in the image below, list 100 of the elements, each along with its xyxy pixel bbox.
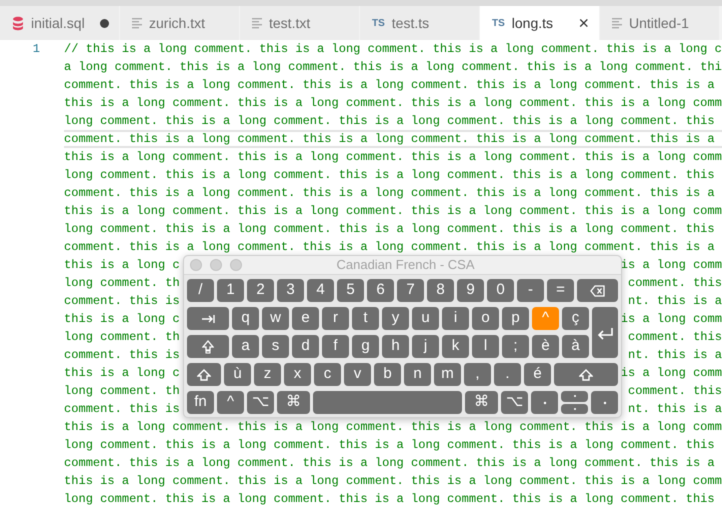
key[interactable]: d xyxy=(292,335,319,358)
key[interactable]: à xyxy=(562,335,589,358)
code-comment: long comment. th xyxy=(64,275,180,292)
key[interactable]: u xyxy=(412,307,439,330)
code-comment: is a long comm xyxy=(620,257,722,274)
key[interactable] xyxy=(561,391,588,402)
code-comment: this is a long comment. this is a long comment. this is a long comment. this is a long comm xyxy=(64,95,722,112)
key[interactable]: ⌥ xyxy=(501,391,528,414)
key[interactable]: z xyxy=(254,363,281,386)
key[interactable]: 5 xyxy=(337,279,364,302)
key[interactable] xyxy=(187,307,229,330)
key[interactable]: c xyxy=(314,363,341,386)
key[interactable]: 6 xyxy=(367,279,394,302)
key[interactable]: t xyxy=(352,307,379,330)
window-control-dot[interactable] xyxy=(190,259,202,271)
key[interactable]: . xyxy=(494,363,521,386)
key[interactable]: 1 xyxy=(217,279,244,302)
return-icon xyxy=(596,326,614,340)
key[interactable]: ⌘ xyxy=(465,391,498,414)
key[interactable]: ù xyxy=(224,363,251,386)
code-comment: nt. this is a xyxy=(628,293,722,310)
key[interactable]: y xyxy=(382,307,409,330)
key[interactable]: m xyxy=(434,363,461,386)
key[interactable]: ; xyxy=(502,335,529,358)
key[interactable] xyxy=(592,307,618,358)
key[interactable]: n xyxy=(404,363,431,386)
shift-icon xyxy=(197,368,211,380)
key[interactable]: - xyxy=(517,279,544,302)
code-comment: comment. this is a long comment. this is a long comment. this is a long comment. this is a xyxy=(64,77,715,94)
key[interactable]: o xyxy=(472,307,499,330)
key[interactable]: , xyxy=(464,363,491,386)
editor-tab[interactable]: Untitled-1 xyxy=(600,6,720,40)
key[interactable]: g xyxy=(352,335,379,358)
code-comment: comment. this is a long comment. this is a long comment. this is a long comment. this is a xyxy=(64,239,715,256)
code-comment: nt. this is a xyxy=(628,347,722,364)
key[interactable]: k xyxy=(442,335,469,358)
key[interactable]: x xyxy=(284,363,311,386)
code-comment: this is a long comment. this is a long comment. this is a long comment. this is a long comm xyxy=(64,419,722,436)
tab-icon xyxy=(201,312,215,324)
key[interactable]: f xyxy=(322,335,349,358)
key[interactable]: 8 xyxy=(427,279,454,302)
code-comment: // this is a long comment. this is a long comment. this is a long comment. this is a long c xyxy=(64,41,722,58)
key[interactable]: = xyxy=(547,279,574,302)
key[interactable]: ⌥ xyxy=(247,391,274,414)
key[interactable]: é xyxy=(524,363,551,386)
editor-tab[interactable]: TS test.ts xyxy=(360,6,480,40)
key[interactable]: fn xyxy=(187,391,214,414)
code-comment: this is a long c xyxy=(64,257,180,274)
key[interactable]: 0 xyxy=(487,279,514,302)
key[interactable]: p xyxy=(502,307,529,330)
key[interactable]: 9 xyxy=(457,279,484,302)
key[interactable] xyxy=(187,363,221,386)
key[interactable]: 7 xyxy=(397,279,424,302)
key[interactable]: j xyxy=(412,335,439,358)
editor-tab[interactable]: zurich.txt xyxy=(120,6,240,40)
key[interactable]: ⌘ xyxy=(277,391,310,414)
key[interactable] xyxy=(531,391,558,414)
key[interactable] xyxy=(554,363,618,386)
key[interactable]: 4 xyxy=(307,279,334,302)
database-icon xyxy=(12,16,24,30)
code-comment: is a long comm xyxy=(620,365,722,382)
key[interactable]: / xyxy=(187,279,214,302)
code-comment: comment. this xyxy=(628,329,722,346)
window-control-dot[interactable] xyxy=(210,259,222,271)
code-comment: comment. this is xyxy=(64,347,180,364)
editor-tab[interactable]: initial.sql xyxy=(0,6,120,40)
key[interactable]: r xyxy=(322,307,349,330)
key[interactable]: ç xyxy=(562,307,589,330)
key[interactable]: q xyxy=(232,307,259,330)
text-file-icon xyxy=(612,17,622,29)
key[interactable] xyxy=(577,279,618,302)
code-comment: comment. this xyxy=(628,275,722,292)
key[interactable]: 3 xyxy=(277,279,304,302)
editor-tab[interactable]: TS long.ts × xyxy=(480,6,600,40)
key[interactable]: v xyxy=(344,363,371,386)
key[interactable] xyxy=(561,404,588,414)
key[interactable]: a xyxy=(232,335,259,358)
key[interactable]: l xyxy=(472,335,499,358)
code-comment: is a long comm xyxy=(620,311,722,328)
key[interactable]: h xyxy=(382,335,409,358)
delete-icon xyxy=(590,284,605,296)
window-control-dot[interactable] xyxy=(230,259,242,271)
key[interactable] xyxy=(187,335,229,358)
key[interactable]: s xyxy=(262,335,289,358)
typescript-file-icon: TS xyxy=(372,16,385,30)
key[interactable]: w xyxy=(262,307,289,330)
key[interactable]: è xyxy=(532,335,559,358)
key[interactable] xyxy=(591,391,618,414)
code-comment: long comment. this is a long comment. this is a long comment. this is a long comment. this xyxy=(64,113,715,130)
key[interactable]: i xyxy=(442,307,469,330)
code-comment: comment. this is a long comment. this is a long comment. this is a long comment. this is a xyxy=(64,185,715,202)
close-icon[interactable]: × xyxy=(578,14,589,32)
window-title: Canadian French - CSA xyxy=(335,256,476,274)
line-number: 1 xyxy=(32,41,40,58)
code-comment: long comment. th xyxy=(64,329,180,346)
editor-tab[interactable]: test.txt xyxy=(240,6,360,40)
key[interactable]: 2 xyxy=(247,279,274,302)
key[interactable]: e xyxy=(292,307,319,330)
key[interactable]: ^ xyxy=(217,391,244,414)
key[interactable]: b xyxy=(374,363,401,386)
